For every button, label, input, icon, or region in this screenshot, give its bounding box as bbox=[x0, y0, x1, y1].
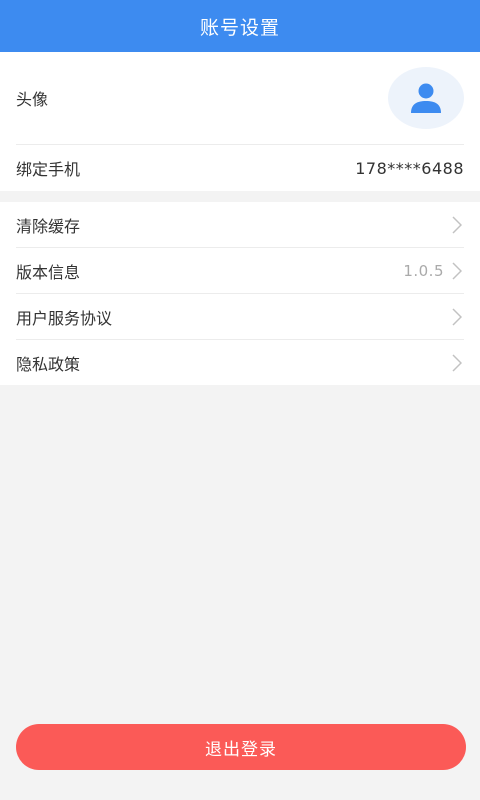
section-divider bbox=[0, 191, 480, 202]
chevron-right-icon bbox=[450, 215, 464, 234]
chevron-right-icon bbox=[450, 353, 464, 372]
app-header: 账号设置 bbox=[0, 0, 480, 52]
version-row[interactable]: 版本信息 1.0.5 bbox=[16, 248, 464, 294]
chevron-right-icon bbox=[450, 261, 464, 280]
avatar-label: 头像 bbox=[16, 90, 49, 109]
phone-number: 178****6488 bbox=[355, 158, 464, 178]
chevron-right-icon bbox=[450, 307, 464, 326]
profile-card: 头像 绑定手机 178****6488 bbox=[0, 52, 480, 191]
user-agreement-row[interactable]: 用户服务协议 bbox=[16, 294, 464, 340]
menu-card: 清除缓存 版本信息 1.0.5 用户服务协议 隐私政策 bbox=[0, 202, 480, 385]
user-agreement-label: 用户服务协议 bbox=[16, 308, 113, 328]
version-label: 版本信息 bbox=[16, 262, 81, 282]
avatar-row[interactable]: 头像 bbox=[16, 52, 464, 145]
user-icon bbox=[411, 83, 441, 113]
logout-label: 退出登录 bbox=[205, 739, 277, 760]
clear-cache-row[interactable]: 清除缓存 bbox=[16, 202, 464, 248]
logout-button[interactable]: 退出登录 bbox=[16, 724, 466, 770]
privacy-policy-row[interactable]: 隐私政策 bbox=[16, 340, 464, 385]
bind-phone-label: 绑定手机 bbox=[16, 160, 81, 179]
avatar[interactable] bbox=[388, 67, 464, 129]
version-value: 1.0.5 bbox=[403, 261, 444, 280]
clear-cache-label: 清除缓存 bbox=[16, 216, 81, 236]
page-title: 账号设置 bbox=[199, 16, 280, 39]
version-right: 1.0.5 bbox=[403, 262, 464, 280]
bind-phone-row[interactable]: 绑定手机 178****6488 bbox=[16, 145, 464, 191]
privacy-policy-label: 隐私政策 bbox=[16, 354, 81, 374]
